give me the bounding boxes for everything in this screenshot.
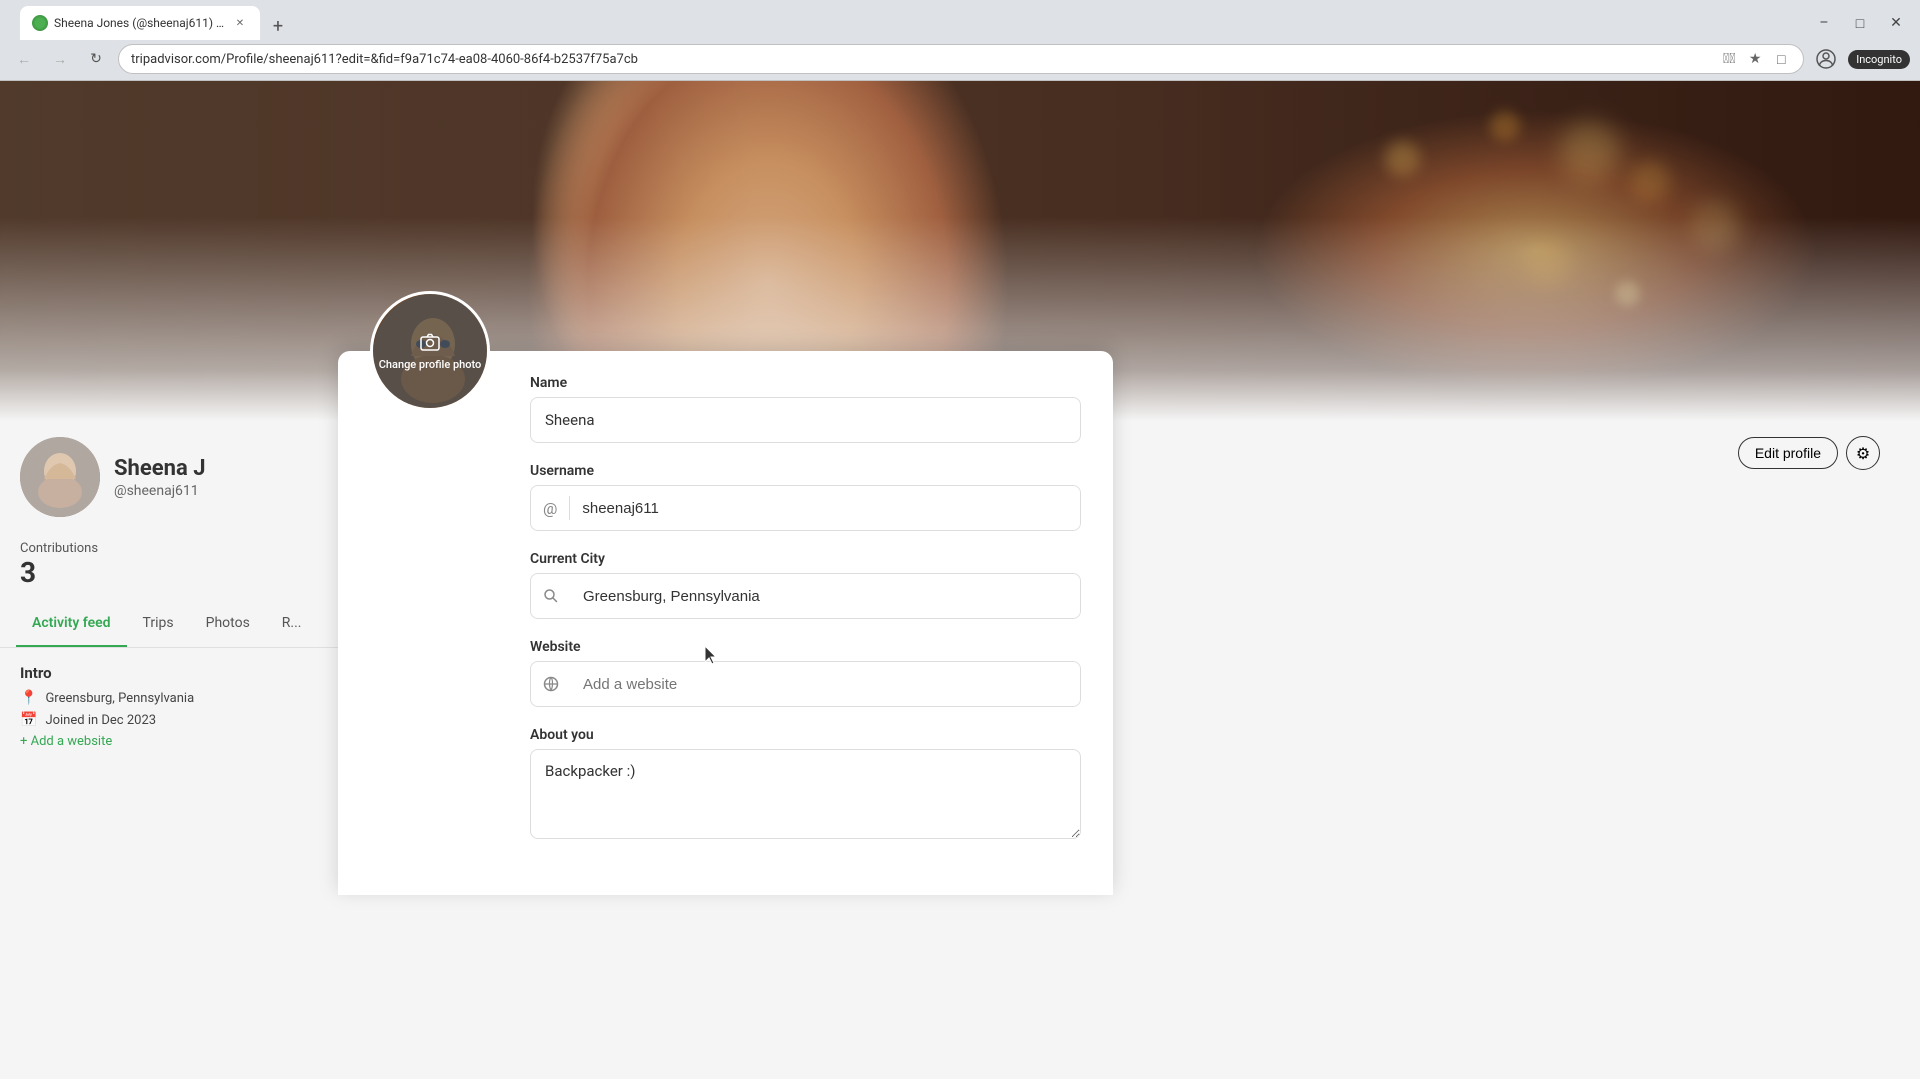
location-icon: 📍	[20, 690, 37, 706]
change-photo-label: Change profile photo	[379, 358, 482, 372]
website-input[interactable]	[571, 662, 1080, 706]
tab-photos[interactable]: Photos	[190, 601, 266, 647]
intro-location-item: 📍 Greensburg, Pennsylvania	[20, 690, 318, 706]
contributions-section: Contributions 3	[0, 525, 338, 601]
city-input[interactable]	[571, 574, 1080, 618]
website-input-wrapper	[530, 661, 1081, 707]
back-button[interactable]: ←	[10, 45, 38, 73]
username-label: Username	[530, 463, 1081, 479]
minimize-button[interactable]: –	[1810, 9, 1838, 37]
intro-location: Greensburg, Pennsylvania	[45, 691, 194, 706]
tab-trips[interactable]: Trips	[127, 601, 190, 647]
address-bar[interactable]: tripadvisor.com/Profile/sheenaj611?edit=…	[118, 44, 1804, 74]
username-input[interactable]	[570, 486, 1080, 530]
edit-profile-panel: Change profile photo Name Username @	[338, 351, 1113, 895]
add-website-link[interactable]: + Add a website	[20, 734, 318, 749]
website-group: Website	[530, 639, 1081, 707]
city-group: Current City	[530, 551, 1081, 619]
account-icon[interactable]	[1812, 45, 1840, 73]
sidebar-name: Sheena J	[114, 456, 206, 481]
intro-title: Intro	[20, 664, 318, 682]
name-input[interactable]	[530, 397, 1081, 443]
city-label: Current City	[530, 551, 1081, 567]
star-icon[interactable]: ★	[1745, 49, 1765, 69]
search-prefix-icon	[531, 588, 571, 604]
maximize-button[interactable]: □	[1846, 9, 1874, 37]
page-content: Sheena J @sheenaj611 Contributions 3 Act…	[0, 81, 1920, 1079]
window-controls: – □ ✕	[1810, 9, 1910, 37]
username-input-wrapper: @	[530, 485, 1081, 531]
incognito-badge: Incognito	[1848, 50, 1910, 69]
change-photo-overlay[interactable]: Change profile photo	[373, 294, 487, 408]
name-group: Name	[530, 375, 1081, 443]
tab-bar: Sheena Jones (@sheenaj611) - T... ✕ +	[10, 6, 302, 40]
close-button[interactable]: ✕	[1882, 9, 1910, 37]
globe-prefix-icon	[531, 676, 571, 692]
sidebar-avatar	[20, 437, 100, 517]
no-camera-icon: 📷⃠	[1719, 49, 1739, 69]
sidebar-username: @sheenaj611	[114, 483, 206, 499]
change-photo-avatar[interactable]: Change profile photo	[370, 291, 490, 411]
title-bar: Sheena Jones (@sheenaj611) - T... ✕ + – …	[0, 0, 1920, 40]
tab-reviews[interactable]: R...	[266, 601, 318, 647]
at-prefix-icon: @	[531, 499, 569, 518]
website-label: Website	[530, 639, 1081, 655]
browser-chrome: Sheena Jones (@sheenaj611) - T... ✕ + – …	[0, 0, 1920, 81]
contributions-label: Contributions	[20, 541, 318, 556]
address-bar-icons: 📷⃠ ★ □	[1719, 49, 1791, 69]
avatar-wrapper: Change profile photo	[370, 291, 490, 411]
left-sidebar: Sheena J @sheenaj611 Contributions 3 Act…	[0, 421, 338, 1079]
edit-profile-button[interactable]: Edit profile	[1738, 437, 1838, 469]
reload-button[interactable]: ↻	[82, 45, 110, 73]
new-tab-button[interactable]: +	[264, 12, 292, 40]
contributions-count: 3	[20, 556, 318, 589]
browser-right-icons: Incognito	[1812, 45, 1910, 73]
forward-button[interactable]: →	[46, 45, 74, 73]
username-group: Username @	[530, 463, 1081, 531]
tab-close-button[interactable]: ✕	[232, 15, 248, 31]
about-textarea[interactable]: Backpacker :)	[530, 749, 1081, 839]
about-label: About you	[530, 727, 1081, 743]
nav-tabs: Activity feed Trips Photos R...	[0, 601, 338, 648]
city-input-wrapper	[530, 573, 1081, 619]
intro-joined: Joined in Dec 2023	[45, 713, 156, 728]
about-group: About you Backpacker :)	[530, 727, 1081, 843]
tab-favicon	[32, 15, 48, 31]
edit-profile-area: Edit profile ⚙	[1738, 436, 1880, 470]
active-tab[interactable]: Sheena Jones (@sheenaj611) - T... ✕	[20, 6, 260, 40]
settings-gear-button[interactable]: ⚙	[1846, 436, 1880, 470]
address-bar-row: ← → ↻ tripadvisor.com/Profile/sheenaj611…	[0, 40, 1920, 80]
tab-activity-feed[interactable]: Activity feed	[16, 601, 127, 647]
form-fields: Name Username @ Current City	[530, 375, 1081, 843]
intro-joined-item: 📅 Joined in Dec 2023	[20, 712, 318, 728]
sidebar-profile-row: Sheena J @sheenaj611	[0, 421, 338, 525]
calendar-icon: 📅	[20, 712, 37, 728]
tab-title: Sheena Jones (@sheenaj611) - T...	[54, 16, 226, 30]
name-label: Name	[530, 375, 1081, 391]
intro-section: Intro 📍 Greensburg, Pennsylvania 📅 Joine…	[0, 648, 338, 765]
url-text: tripadvisor.com/Profile/sheenaj611?edit=…	[131, 52, 1719, 67]
tab-search-icon[interactable]: □	[1771, 49, 1791, 69]
